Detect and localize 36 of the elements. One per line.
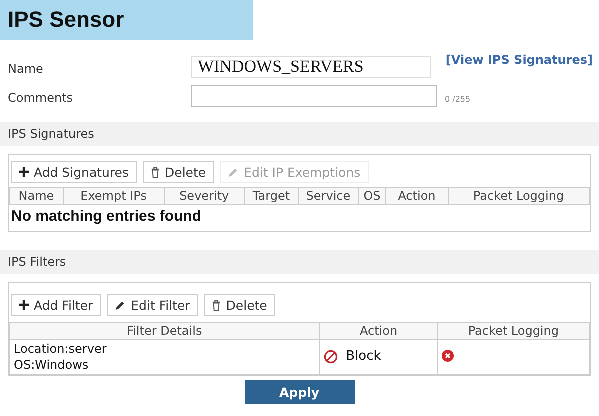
pencil-icon <box>115 300 126 310</box>
name-field[interactable]: WINDOWS_SERVERS <box>191 56 431 78</box>
column-header[interactable]: Name <box>10 188 64 204</box>
trash-icon <box>151 166 160 178</box>
add-button[interactable]: Add Filter <box>11 294 102 316</box>
column-header[interactable]: Packet Logging <box>448 188 590 204</box>
empty-message: No matching entries found <box>10 204 590 231</box>
name-label: Name <box>8 61 44 76</box>
page-title: IPS Sensor <box>0 0 253 40</box>
table-cell: Block <box>320 340 438 374</box>
comments-field[interactable] <box>191 85 437 107</box>
add-button[interactable]: Add Signatures <box>11 161 137 183</box>
plus-icon <box>19 300 29 310</box>
section-title: IPS Filters <box>8 255 66 269</box>
comments-label: Comments <box>8 90 74 105</box>
view-signatures-link[interactable]: [View IPS Signatures] <box>446 53 593 67</box>
delete-button[interactable]: Delete <box>143 161 214 183</box>
section-title: IPS Signatures <box>8 127 94 141</box>
delete-button[interactable]: Delete <box>204 294 276 316</box>
column-header[interactable]: OS <box>358 188 386 204</box>
apply-button[interactable]: Apply <box>244 380 354 404</box>
edit-button[interactable]: Edit Filter <box>107 294 198 316</box>
column-header[interactable]: Target <box>244 188 298 204</box>
column-header[interactable]: Action <box>386 188 448 204</box>
pencil-icon <box>228 166 240 178</box>
column-header[interactable]: Exempt IPs <box>63 188 164 204</box>
trash-icon <box>212 300 222 310</box>
column-header[interactable]: Action <box>320 322 438 340</box>
column-header[interactable]: Packet Logging <box>438 322 590 340</box>
column-header[interactable]: Service <box>298 188 358 204</box>
column-header[interactable]: Filter Details <box>10 322 320 340</box>
table-cell: Location:server OS:Windows <box>10 340 320 374</box>
block-icon <box>324 350 338 364</box>
plus-icon <box>19 167 29 177</box>
column-header[interactable]: Severity <box>164 188 245 204</box>
character-count: 0 /255 <box>445 95 471 104</box>
